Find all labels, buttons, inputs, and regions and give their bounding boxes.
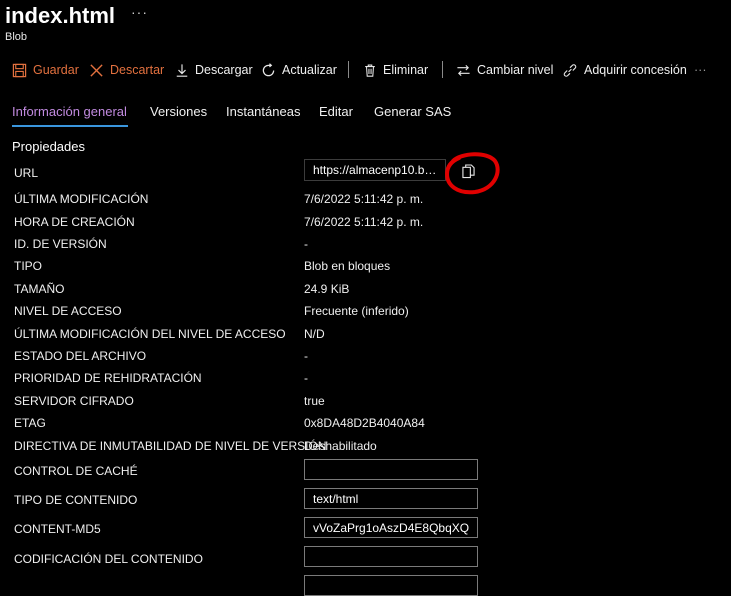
tier-modified-label: ÚLTIMA MODIFICACIÓN DEL NIVEL DE ACCESO [14, 327, 286, 341]
created-label: HORA DE CREACIÓN [14, 215, 135, 229]
save-label: Guardar [33, 63, 79, 77]
swap-icon [457, 64, 470, 76]
server-encrypted-value: true [304, 394, 325, 408]
refresh-icon [262, 62, 275, 76]
tier-modified-value: N/D [304, 327, 325, 341]
refresh-button[interactable]: Actualizar [261, 57, 337, 83]
download-icon [176, 63, 188, 77]
last-modified-label: ÚLTIMA MODIFICACIÓN [14, 192, 149, 206]
discard-icon [90, 63, 103, 77]
last-modified-value: 7/6/2022 5:11:42 p. m. [304, 192, 424, 206]
type-value: Blob en bloques [304, 259, 391, 273]
tab-overview[interactable]: Información general [12, 104, 127, 119]
url-field[interactable]: https://almacenp10.blo... [304, 159, 446, 181]
etag-label: ETAG [14, 416, 46, 430]
content-encoding-input[interactable] [304, 546, 478, 567]
copy-url-button[interactable] [455, 160, 481, 182]
content-type-label: TIPO DE CONTENIDO [14, 493, 138, 507]
version-id-value: - [304, 237, 308, 251]
toolbar-divider [348, 61, 349, 78]
archive-status-label: ESTADO DEL ARCHIVO [14, 349, 147, 363]
created-value: 7/6/2022 5:11:42 p. m. [304, 215, 424, 229]
page-title: index.html [5, 3, 116, 28]
cache-control-input[interactable] [304, 459, 478, 480]
discard-label: Descartar [110, 63, 165, 77]
download-label: Descargar [195, 63, 253, 77]
tab-edit[interactable]: Editar [319, 104, 353, 119]
active-tab-indicator [12, 125, 128, 127]
refresh-label: Actualizar [282, 63, 337, 77]
tab-generate-sas[interactable]: Generar SAS [374, 104, 451, 119]
delete-label: Eliminar [383, 63, 429, 77]
immutability-label: DIRECTIVA DE INMUTABILIDAD DE NIVEL DE V… [14, 439, 327, 453]
copy-icon [461, 163, 475, 178]
rehydrate-priority-value: - [304, 371, 308, 385]
toolbar-more-button[interactable]: ··· [694, 57, 707, 83]
immutability-value: Deshabilitado [304, 439, 377, 453]
content-md5-input[interactable] [304, 517, 478, 538]
tab-versions[interactable]: Versiones [150, 104, 207, 119]
content-md5-label: CONTENT-MD5 [14, 522, 101, 536]
version-id-label: ID. DE VERSIÓN [14, 237, 107, 251]
etag-value: 0x8DA48D2B4040A84 [304, 416, 425, 430]
section-title: Propiedades [12, 139, 85, 154]
link-icon [563, 63, 577, 77]
save-icon [12, 63, 27, 77]
content-type-input[interactable] [304, 488, 478, 509]
trash-icon [365, 64, 375, 77]
cache-control-label: CONTROL DE CACHÉ [14, 464, 138, 478]
download-button[interactable]: Descargar [175, 57, 253, 83]
save-button[interactable]: Guardar [12, 57, 79, 83]
tab-bar: Información general Versiones Instantáne… [0, 100, 731, 130]
archive-status-value: - [304, 349, 308, 363]
acquire-lease-label: Adquirir concesión [584, 63, 687, 77]
tab-snapshots[interactable]: Instantáneas [226, 104, 300, 119]
more-options-button[interactable]: ··· [131, 4, 148, 20]
rehydrate-priority-label: PRIORIDAD DE REHIDRATACIÓN [14, 371, 202, 385]
discard-button[interactable]: Descartar [89, 57, 164, 83]
toolbar-divider [442, 61, 443, 78]
change-tier-button[interactable]: Cambiar nivel [456, 57, 553, 83]
size-value: 24.9 KiB [304, 282, 350, 296]
type-label: TIPO [14, 259, 43, 273]
content-encoding-label: CODIFICACIÓN DEL CONTENIDO [14, 552, 203, 566]
page-subtitle: Blob [5, 31, 28, 43]
next-property-input[interactable] [304, 575, 478, 596]
access-tier-label: NIVEL DE ACCESO [14, 304, 122, 318]
url-label: URL [14, 166, 39, 180]
size-label: TAMAÑO [14, 282, 65, 296]
delete-button[interactable]: Eliminar [363, 57, 428, 83]
change-tier-label: Cambiar nivel [477, 63, 554, 77]
command-bar: Guardar Descartar Descargar Actualizar E… [0, 57, 731, 83]
access-tier-value: Frecuente (inferido) [304, 304, 409, 318]
acquire-lease-button[interactable]: Adquirir concesión [562, 57, 687, 83]
server-encrypted-label: SERVIDOR CIFRADO [14, 394, 134, 408]
